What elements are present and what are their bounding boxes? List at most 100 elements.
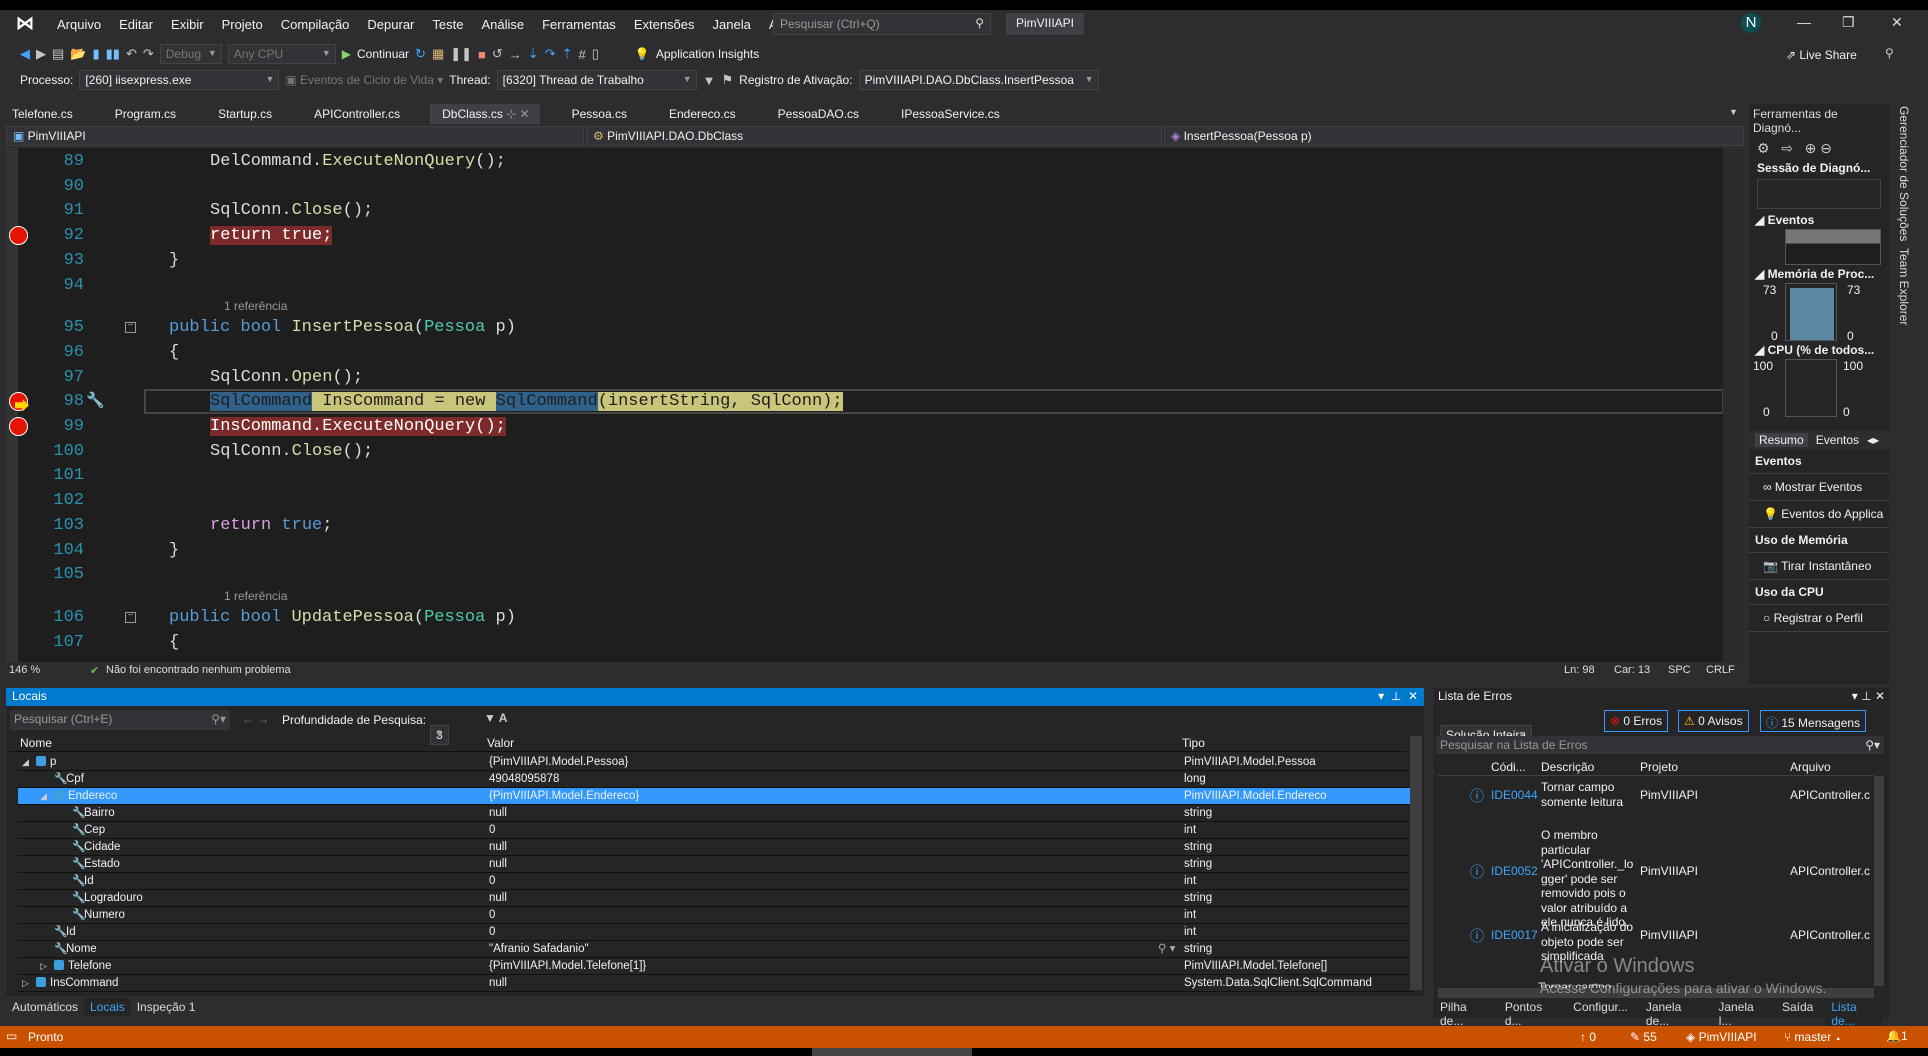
lifecycle-events-button[interactable]: ▣ Eventos de Ciclo de Vida ▾: [285, 73, 443, 87]
tab-program-cs[interactable]: Program.cs: [103, 104, 186, 124]
filter-icon[interactable]: ▼: [703, 73, 716, 88]
code-line[interactable]: 89 DelCommand.ExecuteNonQuery();: [6, 149, 1743, 174]
issues-status[interactable]: Não foi encontrado nenhum problema: [106, 664, 291, 676]
close-icon[interactable]: ⊹ ✕: [503, 107, 529, 121]
locals-value[interactable]: 0: [489, 822, 495, 838]
locals-value[interactable]: null: [489, 975, 507, 991]
code-line[interactable]: 🔧 98 SqlCommand InsCommand = new SqlComman…: [6, 389, 1743, 415]
menu-ferramentas[interactable]: Ferramentas: [533, 17, 625, 32]
locals-scrollbar[interactable]: [1410, 736, 1422, 990]
tab-ipessoaservice-cs[interactable]: IPessoaService.cs: [889, 104, 1010, 124]
menu-depurar[interactable]: Depurar: [358, 17, 423, 32]
cpu-header[interactable]: ◢ CPU (% de todos...: [1749, 341, 1889, 359]
tab-apicontroller-cs[interactable]: APIController.cs: [302, 104, 410, 124]
code-line[interactable]: 101: [6, 463, 1743, 488]
find-icon[interactable]: ▦: [432, 46, 444, 62]
save-all-icon[interactable]: ▮▮: [106, 46, 120, 62]
codelens-references[interactable]: 1 referência: [224, 589, 287, 603]
breakpoint-icon[interactable]: [9, 417, 28, 436]
step-out-icon[interactable]: ⇡: [562, 46, 573, 62]
new-project-icon[interactable]: ▤: [52, 46, 64, 62]
locals-row[interactable]: 🔧Cep 0 int: [18, 822, 1414, 839]
code-line[interactable]: 102: [6, 488, 1743, 513]
locals-row[interactable]: ▷ Telefone {PimVIIIAPI.Model.Telefone[1]} P…: [18, 958, 1414, 975]
continue-button[interactable]: Continuar: [357, 47, 409, 61]
diag-action-eventos-do-applica[interactable]: 💡 Eventos do Applica: [1749, 501, 1889, 528]
menu-análise[interactable]: Análise: [472, 17, 533, 32]
locals-row[interactable]: 🔧Estado null string: [18, 856, 1414, 873]
text-visualizer-icon[interactable]: ⚲ ▾: [1158, 941, 1175, 957]
redo-icon[interactable]: ↷: [143, 46, 154, 62]
line-ending-indicator[interactable]: CRLF: [1706, 664, 1735, 676]
push-button[interactable]: ↑ 0: [1580, 1030, 1596, 1044]
diag-action-registrar-o-perfil[interactable]: ○ Registrar o Perfil: [1749, 605, 1889, 632]
locals-value[interactable]: "Afranio Safadanio": [489, 941, 589, 957]
locals-row[interactable]: ▷ InsCommand null System.Data.SqlClient.Sql…: [18, 975, 1414, 992]
code-line[interactable]: 92 return true;: [6, 223, 1743, 248]
code-line[interactable]: 96 {: [6, 340, 1743, 365]
menu-janela[interactable]: Janela: [704, 17, 760, 32]
column-header-code[interactable]: Códi...: [1491, 760, 1526, 774]
platform-select[interactable]: Any CPU ▼: [227, 44, 336, 64]
tab-dbclass-cs[interactable]: DbClass.cs ⊹ ✕: [430, 104, 540, 124]
save-icon[interactable]: ▮: [92, 46, 99, 62]
diag-action-tirar-instant-neo[interactable]: 📷 Tirar Instantâneo: [1749, 553, 1889, 580]
code-line[interactable]: 105: [6, 562, 1743, 587]
locals-row[interactable]: 🔧Cpf 49048095878 long: [18, 771, 1414, 788]
back-icon[interactable]: ◀: [20, 46, 30, 62]
column-header-file[interactable]: Arquivo: [1790, 760, 1831, 774]
breakpoint-icon[interactable]: [9, 226, 28, 246]
locals-row[interactable]: 🔧Nome "Afranio Safadanio" ⚲ ▾ string: [18, 941, 1414, 958]
search-input[interactable]: Pesquisar (Ctrl+Q) ⚲: [773, 13, 991, 35]
locals-value[interactable]: null: [489, 890, 507, 906]
menu-compilação[interactable]: Compilação: [272, 17, 359, 32]
locals-row[interactable]: 🔧Logradouro null string: [18, 890, 1414, 907]
changes-button[interactable]: ✎ 55: [1630, 1030, 1657, 1044]
events-header[interactable]: ◢ Eventos: [1749, 211, 1889, 229]
undo-icon[interactable]: ↶: [126, 46, 137, 62]
export-icon[interactable]: ⇨: [1781, 140, 1793, 156]
tab-events[interactable]: Eventos: [1816, 433, 1859, 447]
menu-teste[interactable]: Teste: [423, 17, 472, 32]
locals-value[interactable]: null: [489, 856, 507, 872]
code-line[interactable]: 106 − public bool UpdatePessoa(Pessoa p): [6, 605, 1743, 630]
code-line[interactable]: 97 SqlConn.Open();: [6, 365, 1743, 390]
open-icon[interactable]: 📂: [70, 46, 86, 62]
notifications-button[interactable]: 🔔1: [1886, 1029, 1908, 1043]
memory-header[interactable]: ◢ Memória de Proc...: [1749, 265, 1889, 283]
code-editor[interactable]: 89 DelCommand.ExecuteNonQuery(); 90 91 SqlCo…: [6, 148, 1743, 662]
live-share-button[interactable]: ⇗ Live Share: [1786, 48, 1857, 62]
close-icon[interactable]: ▾ ⊥ ✕: [1852, 689, 1885, 703]
avatar[interactable]: N: [1741, 13, 1761, 33]
side-tab-team-explorer[interactable]: Team Explorer: [1897, 248, 1911, 325]
tab-telefone-cs[interactable]: Telefone.cs: [0, 104, 83, 124]
column-header-project[interactable]: Projeto: [1640, 760, 1678, 774]
tab-locais[interactable]: Locais: [84, 998, 131, 1016]
code-line[interactable]: 100 SqlConn.Close();: [6, 439, 1743, 464]
class-nav-select[interactable]: ⚙ PimVIIIAPI.DAO.DbClass: [586, 126, 1162, 146]
menu-editar[interactable]: Editar: [110, 17, 162, 32]
code-line[interactable]: 94: [6, 273, 1743, 298]
codelens-references[interactable]: 1 referência: [224, 299, 287, 313]
expand-icon[interactable]: ▷: [22, 975, 36, 991]
messages-filter-button[interactable]: ⓘ 15 Mensagens: [1760, 710, 1867, 732]
feedback-icon[interactable]: ⚲: [1885, 46, 1894, 60]
tab-inspe--o-1[interactable]: Inspeção 1: [131, 998, 202, 1016]
locals-value[interactable]: 0: [489, 907, 495, 923]
collapse-icon[interactable]: −: [125, 322, 136, 334]
pause-icon[interactable]: ❚❚: [450, 46, 472, 62]
locals-row[interactable]: 🔧Cidade null string: [18, 839, 1414, 856]
column-header-type[interactable]: Tipo: [1182, 736, 1205, 750]
expanded-icon[interactable]: ◢: [22, 754, 36, 770]
column-header-name[interactable]: Nome: [20, 736, 52, 750]
repository-button[interactable]: ◈ PimVIIIAPI: [1686, 1030, 1757, 1044]
close-icon[interactable]: ▾ ⊥ ✕: [1378, 689, 1418, 703]
locals-row[interactable]: 🔧Bairro null string: [18, 805, 1414, 822]
code-line[interactable]: 90: [6, 174, 1743, 199]
show-next-statement-icon[interactable]: →: [509, 47, 522, 62]
error-code-link[interactable]: IDE0052: [1491, 864, 1538, 878]
step-into-icon[interactable]: ⇣: [528, 46, 539, 62]
member-nav-select[interactable]: ◈ InsertPessoa(Pessoa p): [1164, 126, 1744, 146]
project-nav-select[interactable]: ▣ PimVIIIAPI: [6, 126, 584, 146]
flag-icon[interactable]: ⚑: [722, 72, 734, 88]
